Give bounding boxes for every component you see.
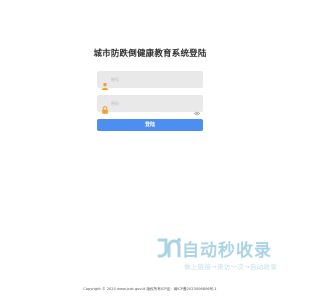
eye-icon[interactable] bbox=[193, 101, 201, 116]
watermark: 自动秒收录 做上链接→来访一次→自动收录 bbox=[156, 236, 278, 276]
login-page: 城市防跌倒健康教育系统登陆 登陆 bbox=[0, 0, 300, 300]
page-title: 城市防跌倒健康教育系统登陆 bbox=[93, 49, 207, 59]
watermark-title: 自动秒收录 bbox=[182, 241, 272, 261]
password-field[interactable] bbox=[97, 95, 203, 116]
username-input[interactable] bbox=[111, 71, 191, 88]
username-field[interactable] bbox=[97, 71, 203, 90]
footer-copyright: Copyright © 2020 www.jcdc.gov.tt 版权所有ICP… bbox=[83, 287, 217, 291]
watermark-subtitle: 做上链接→来访一次→自动收录 bbox=[184, 263, 278, 271]
password-input[interactable] bbox=[111, 95, 191, 112]
watermark-logo bbox=[157, 238, 181, 258]
login-button[interactable]: 登陆 bbox=[97, 119, 203, 131]
lock-icon bbox=[101, 99, 109, 114]
user-icon bbox=[101, 75, 109, 90]
